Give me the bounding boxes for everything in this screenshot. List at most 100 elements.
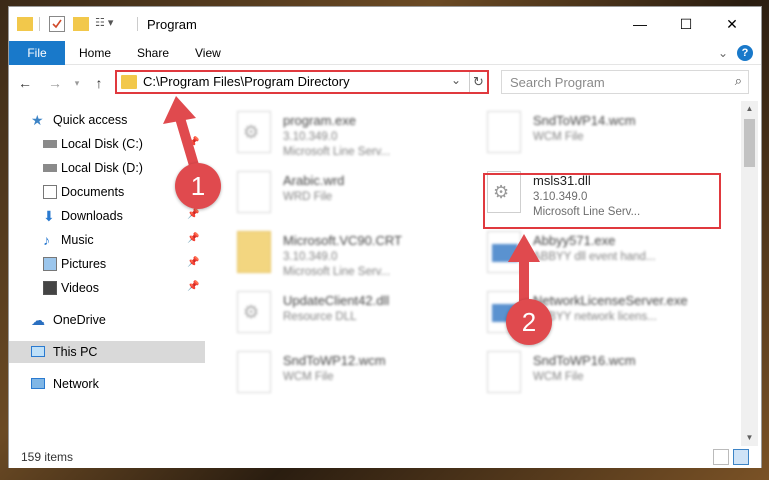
sidebar-item-label: Videos: [61, 281, 99, 295]
file-detail: ABBYY dll event hand...: [533, 251, 656, 263]
sidebar-item-label: Local Disk (C:): [61, 137, 143, 151]
scrollbar-thumb[interactable]: [744, 119, 755, 167]
new-folder-icon[interactable]: [73, 17, 89, 31]
chevron-down-icon[interactable]: ⌄: [451, 73, 461, 87]
pin-icon[interactable]: 📌: [187, 233, 199, 244]
sidebar-item-label: Quick access: [53, 113, 128, 127]
computer-icon: [31, 346, 45, 357]
file-name: SndToWP14.wcm: [533, 113, 636, 128]
customize-quick-access-icon[interactable]: ☷ ▾: [95, 16, 123, 32]
tab-share[interactable]: Share: [137, 41, 169, 65]
sidebar-item-label: OneDrive: [53, 313, 106, 327]
vertical-scrollbar[interactable]: ▲ ▼: [741, 101, 758, 446]
document-icon: [237, 351, 271, 393]
folder-icon: [17, 17, 33, 31]
close-button[interactable]: ✕: [709, 7, 755, 41]
properties-icon[interactable]: [49, 16, 65, 32]
file-name: Abbyy571.exe: [533, 233, 616, 248]
scroll-up-icon[interactable]: ▲: [741, 101, 758, 117]
file-detail: Microsoft Line Serv...: [283, 146, 391, 158]
application-icon: [487, 231, 521, 273]
recent-locations-icon[interactable]: ▾: [67, 73, 87, 93]
file-name: SndToWP12.wcm: [283, 353, 386, 368]
file-detail: Resource DLL: [283, 311, 357, 323]
sidebar-item-onedrive[interactable]: ☁ OneDrive: [9, 309, 205, 331]
file-item-program-exe[interactable]: program.exe 3.10.349.0 Microsoft Line Se…: [223, 105, 463, 163]
sidebar-item-pictures[interactable]: Pictures 📌: [9, 253, 205, 275]
network-icon: [31, 378, 45, 389]
address-path[interactable]: C:\Program Files\Program Directory: [143, 74, 350, 89]
navigation-pane: ★ Quick access Local Disk (C:) 📌 Local D…: [9, 101, 205, 446]
tab-home[interactable]: Home: [79, 41, 111, 65]
search-box[interactable]: Search Program ⌕: [501, 70, 749, 94]
tab-view[interactable]: View: [195, 41, 221, 65]
sidebar-item-local-disk-c[interactable]: Local Disk (C:) 📌: [9, 133, 205, 155]
separator: [137, 17, 138, 31]
file-item-arabic-wrd[interactable]: Arabic.wrd WRD File: [223, 165, 463, 223]
sidebar-item-label: Downloads: [61, 209, 123, 223]
folder-icon: [237, 231, 271, 273]
status-bar: 159 items: [9, 446, 761, 468]
search-input[interactable]: Search Program: [510, 75, 605, 90]
minimize-button[interactable]: —: [617, 7, 663, 41]
download-icon: ⬇: [43, 208, 55, 224]
refresh-icon[interactable]: ↻: [469, 72, 487, 92]
chevron-down-icon[interactable]: ⌄: [715, 45, 731, 61]
step-badge-2: 2: [506, 299, 552, 345]
navigation-bar: ← → ▾ ↑ C:\Program Files\Program Directo…: [9, 65, 761, 101]
document-icon: [237, 171, 271, 213]
maximize-button[interactable]: ☐: [663, 7, 709, 41]
address-bar[interactable]: C:\Program Files\Program Directory ⌄ ↻: [115, 70, 489, 94]
file-name: Arabic.wrd: [283, 173, 345, 188]
file-item-microsoft-vc90-crt[interactable]: Microsoft.VC90.CRT 3.10.349.0 Microsoft …: [223, 225, 463, 283]
file-name: program.exe: [283, 113, 356, 128]
pin-icon[interactable]: 📌: [187, 209, 199, 220]
pin-icon[interactable]: 📌: [187, 137, 199, 148]
step-badge-1: 1: [175, 163, 221, 209]
help-icon[interactable]: ?: [737, 45, 753, 61]
cloud-icon: ☁: [31, 312, 45, 328]
sidebar-item-downloads[interactable]: ⬇ Downloads 📌: [9, 205, 205, 227]
sidebar-item-local-disk-d[interactable]: Local Disk (D:): [9, 157, 205, 179]
document-icon: [487, 351, 521, 393]
file-item-sndtowp14[interactable]: SndToWP14.wcm WCM File: [473, 105, 713, 163]
sidebar-item-label: Local Disk (D:): [61, 161, 143, 175]
tab-file[interactable]: File: [9, 41, 65, 65]
application-icon: [237, 111, 271, 153]
file-name: UpdateClient42.dll: [283, 293, 390, 308]
forward-arrow-icon[interactable]: →: [45, 73, 65, 93]
file-detail: 3.10.349.0: [283, 131, 338, 143]
sidebar-item-label: This PC: [53, 345, 98, 359]
search-icon[interactable]: ⌕: [735, 73, 742, 89]
sidebar-item-network[interactable]: Network: [9, 373, 205, 395]
back-arrow-icon[interactable]: ←: [15, 73, 35, 93]
window-title: Program: [147, 17, 197, 32]
up-arrow-icon[interactable]: ↑: [89, 73, 109, 93]
drive-icon: [43, 164, 57, 172]
pin-icon[interactable]: 📌: [187, 257, 199, 268]
file-list: program.exe 3.10.349.0 Microsoft Line Se…: [219, 101, 739, 446]
file-item-updateclient42[interactable]: UpdateClient42.dll Resource DLL: [223, 285, 463, 343]
file-item-abbyy571[interactable]: Abbyy571.exe ABBYY dll event hand...: [473, 225, 713, 283]
scroll-down-icon[interactable]: ▼: [741, 430, 758, 446]
star-icon: ★: [31, 112, 44, 128]
sidebar-item-this-pc[interactable]: This PC: [9, 341, 205, 363]
music-icon: ♪: [43, 232, 50, 248]
file-detail: WCM File: [533, 131, 584, 143]
sidebar-item-music[interactable]: ♪ Music 📌: [9, 229, 205, 251]
explorer-window: ☷ ▾ Program — ☐ ✕ File Home Share View ⌄…: [8, 6, 762, 468]
file-name: NetworkLicenseServer.exe: [533, 293, 688, 308]
document-icon: [487, 111, 521, 153]
sidebar-item-quick-access[interactable]: ★ Quick access: [9, 109, 205, 131]
large-icons-view-icon[interactable]: [733, 449, 749, 465]
file-item-sndtowp12[interactable]: SndToWP12.wcm WCM File: [223, 345, 463, 403]
file-detail: WRD File: [283, 191, 333, 203]
item-count: 159 items: [21, 450, 74, 464]
title-bar: ☷ ▾ Program — ☐ ✕: [9, 7, 761, 41]
details-view-icon[interactable]: [713, 449, 729, 465]
drive-icon: [43, 140, 57, 148]
file-item-sndtowp16[interactable]: SndToWP16.wcm WCM File: [473, 345, 713, 403]
separator: [39, 17, 40, 31]
sidebar-item-videos[interactable]: Videos 📌: [9, 277, 205, 299]
pin-icon[interactable]: 📌: [187, 281, 199, 292]
